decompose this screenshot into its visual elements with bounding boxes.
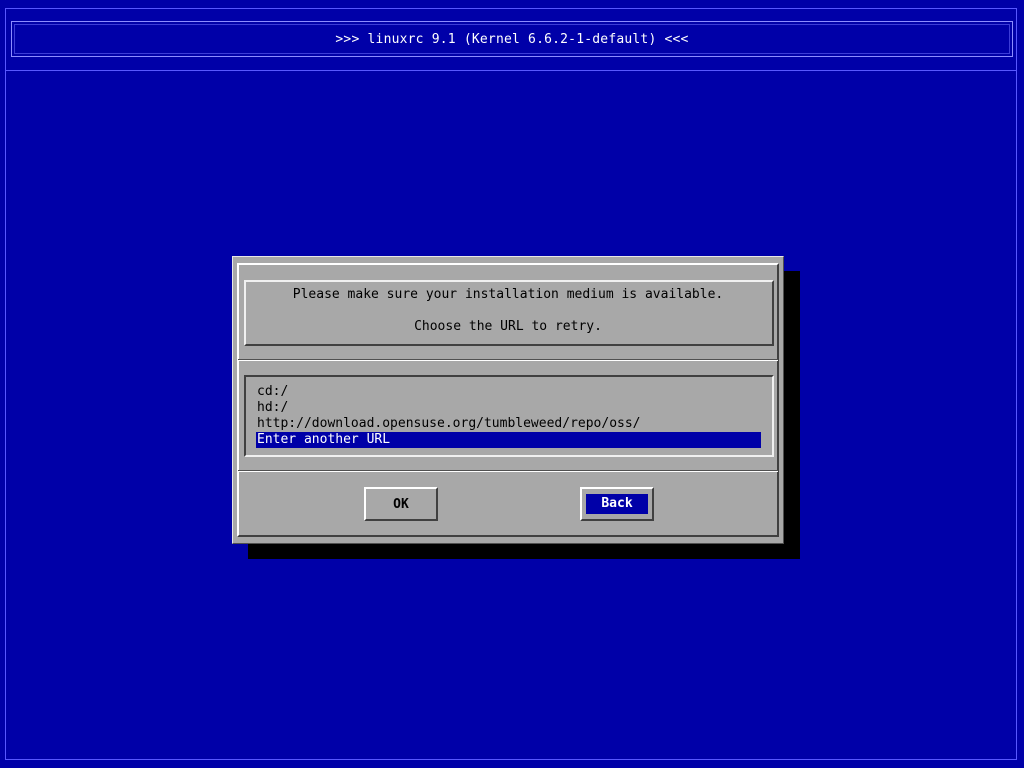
separator <box>238 359 778 361</box>
ok-button[interactable]: OK <box>364 487 438 521</box>
screen-background: >>> linuxrc 9.1 (Kernel 6.6.2-1-default)… <box>0 0 1024 768</box>
message-line-2: Choose the URL to retry. <box>414 319 602 334</box>
back-button[interactable]: Back <box>580 487 654 521</box>
title-bar: >>> linuxrc 9.1 (Kernel 6.6.2-1-default)… <box>11 21 1013 57</box>
list-item-enter-another-url[interactable]: Enter another URL <box>256 432 761 448</box>
list-item-cd[interactable]: cd:/ <box>256 384 761 400</box>
window-title: >>> linuxrc 9.1 (Kernel 6.6.2-1-default)… <box>335 31 689 47</box>
url-retry-dialog: Please make sure your installation mediu… <box>232 256 784 544</box>
message-line-1: Please make sure your installation mediu… <box>292 287 724 302</box>
back-button-label: Back <box>586 494 648 514</box>
ok-button-label: OK <box>393 496 409 512</box>
list-item-hd[interactable]: hd:/ <box>256 400 761 416</box>
title-divider <box>5 70 1017 71</box>
list-item-http[interactable]: http://download.opensuse.org/tumbleweed/… <box>256 416 761 432</box>
separator <box>238 470 778 472</box>
